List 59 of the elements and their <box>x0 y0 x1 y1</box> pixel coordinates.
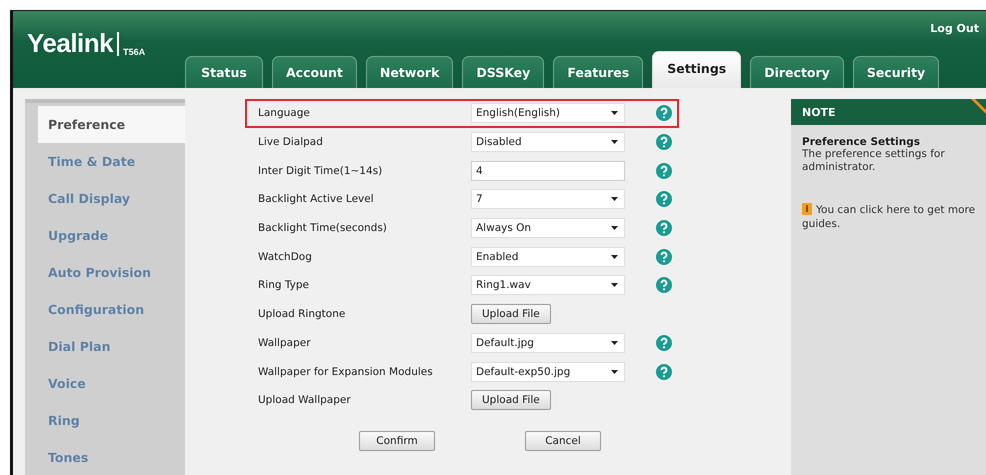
upload-button[interactable]: Upload File <box>471 304 551 324</box>
model-name: T56A <box>123 47 146 57</box>
dropdown[interactable]: Always On <box>471 218 625 238</box>
nav-tab[interactable]: Features <box>553 56 644 88</box>
logo: Yealink <box>27 28 114 59</box>
field-label: WatchDog <box>258 250 313 263</box>
dropdown[interactable]: 7 <box>471 189 625 210</box>
help-icon[interactable] <box>656 162 672 179</box>
sidebar-item[interactable]: Preference <box>38 106 185 143</box>
field-label: Language <box>258 107 311 120</box>
field-label: Upload Ringtone <box>258 308 346 320</box>
caret-icon <box>611 340 618 345</box>
note-heading: Preference Settings <box>802 136 922 148</box>
dropdown[interactable]: Default-exp50.jpg <box>471 362 625 382</box>
nav-tab[interactable]: Directory <box>750 56 844 88</box>
guide-link[interactable]: You can click here to get more guides. <box>802 203 976 232</box>
field-label: Inter Digit Time(1~14s) <box>258 164 384 177</box>
dropdown[interactable]: Ring1.wav <box>471 275 625 296</box>
caret-icon <box>611 226 618 230</box>
nav-tab[interactable]: Security <box>852 56 940 88</box>
nav-tab[interactable]: Settings <box>652 51 742 88</box>
upload-button[interactable]: Upload File <box>471 390 551 410</box>
caret-icon <box>611 283 618 288</box>
caret-icon <box>611 370 618 374</box>
dropdown[interactable]: Enabled <box>471 246 625 267</box>
help-icon[interactable] <box>656 248 672 265</box>
field-label: Wallpaper <box>258 336 312 349</box>
help-icon[interactable] <box>656 105 672 122</box>
help-icon[interactable] <box>656 334 672 351</box>
input-field[interactable]: 4 <box>471 160 625 181</box>
help-icon[interactable] <box>656 220 672 236</box>
nav-tab[interactable]: DSSKey <box>462 56 544 88</box>
help-icon[interactable] <box>656 277 672 294</box>
field-label: Upload Wallpaper <box>258 394 352 406</box>
note-title: NOTE <box>802 106 836 118</box>
note-text: The preference settings for administrator. <box>802 148 946 174</box>
cancel-button[interactable]: Cancel <box>525 430 601 451</box>
confirm-button[interactable]: Confirm <box>359 430 435 451</box>
field-label: Wallpaper for Expansion Modules <box>258 366 434 378</box>
logout-link[interactable]: Log Out <box>930 22 979 35</box>
caret-icon <box>611 254 618 259</box>
nav-tab[interactable]: Status <box>185 56 263 88</box>
nav-tab[interactable]: Account <box>272 56 357 88</box>
caret-icon <box>611 197 618 202</box>
book-icon <box>802 203 812 216</box>
dropdown[interactable]: Disabled <box>471 132 625 152</box>
corner-fold-icon <box>971 99 986 115</box>
help-icon[interactable] <box>656 364 672 380</box>
help-icon[interactable] <box>656 134 672 150</box>
field-label: Live Dialpad <box>258 136 324 148</box>
field-label: Backlight Time(seconds) <box>258 222 388 234</box>
caret-icon <box>611 111 618 116</box>
dropdown[interactable]: Default.jpg <box>471 332 625 353</box>
dropdown[interactable]: English(English) <box>471 103 625 124</box>
nav-tab[interactable]: Network <box>366 56 454 88</box>
caret-icon <box>611 140 618 144</box>
field-label: Ring Type <box>258 279 310 292</box>
field-label: Backlight Active Level <box>258 193 375 206</box>
help-icon[interactable] <box>656 191 672 208</box>
